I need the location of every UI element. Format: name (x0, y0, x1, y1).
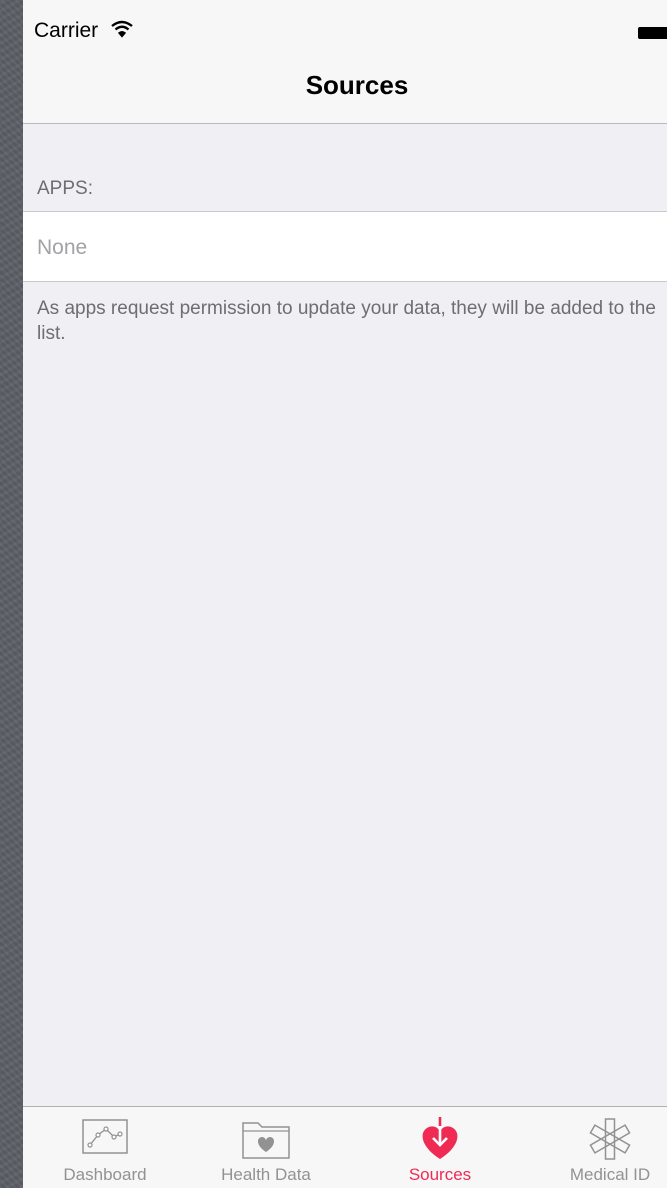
health-data-icon (242, 1122, 290, 1159)
tab-health-data[interactable]: Health Data (186, 1107, 346, 1188)
dashboard-icon (82, 1119, 128, 1154)
phone-screen: Carrier Sources APPS: None As apps reque… (23, 0, 667, 1188)
battery-icon (638, 27, 667, 39)
tab-label: Health Data (221, 1165, 311, 1184)
wifi-icon (111, 20, 133, 38)
list-item[interactable]: None (23, 211, 667, 282)
page-title: Sources (305, 70, 409, 100)
tab-label: Sources (408, 1165, 472, 1184)
tab-label: Medical ID (569, 1165, 651, 1184)
medical-id-icon (589, 1118, 631, 1160)
list-item-label: None (37, 236, 88, 259)
sources-icon (422, 1117, 458, 1159)
apps-section-footer: As apps request permission to update you… (37, 298, 656, 344)
tab-sources[interactable]: Sources (360, 1107, 520, 1188)
navigation-bar: Sources (23, 40, 667, 124)
tab-dashboard[interactable]: Dashboard (25, 1107, 185, 1188)
apps-section-header: APPS: (37, 178, 93, 199)
tab-bar: Dashboard Health Data Sources Medical ID (23, 1106, 667, 1188)
status-bar: Carrier (23, 0, 667, 42)
tab-label: Dashboard (63, 1165, 147, 1184)
tab-medical-id[interactable]: Medical ID (530, 1107, 667, 1188)
